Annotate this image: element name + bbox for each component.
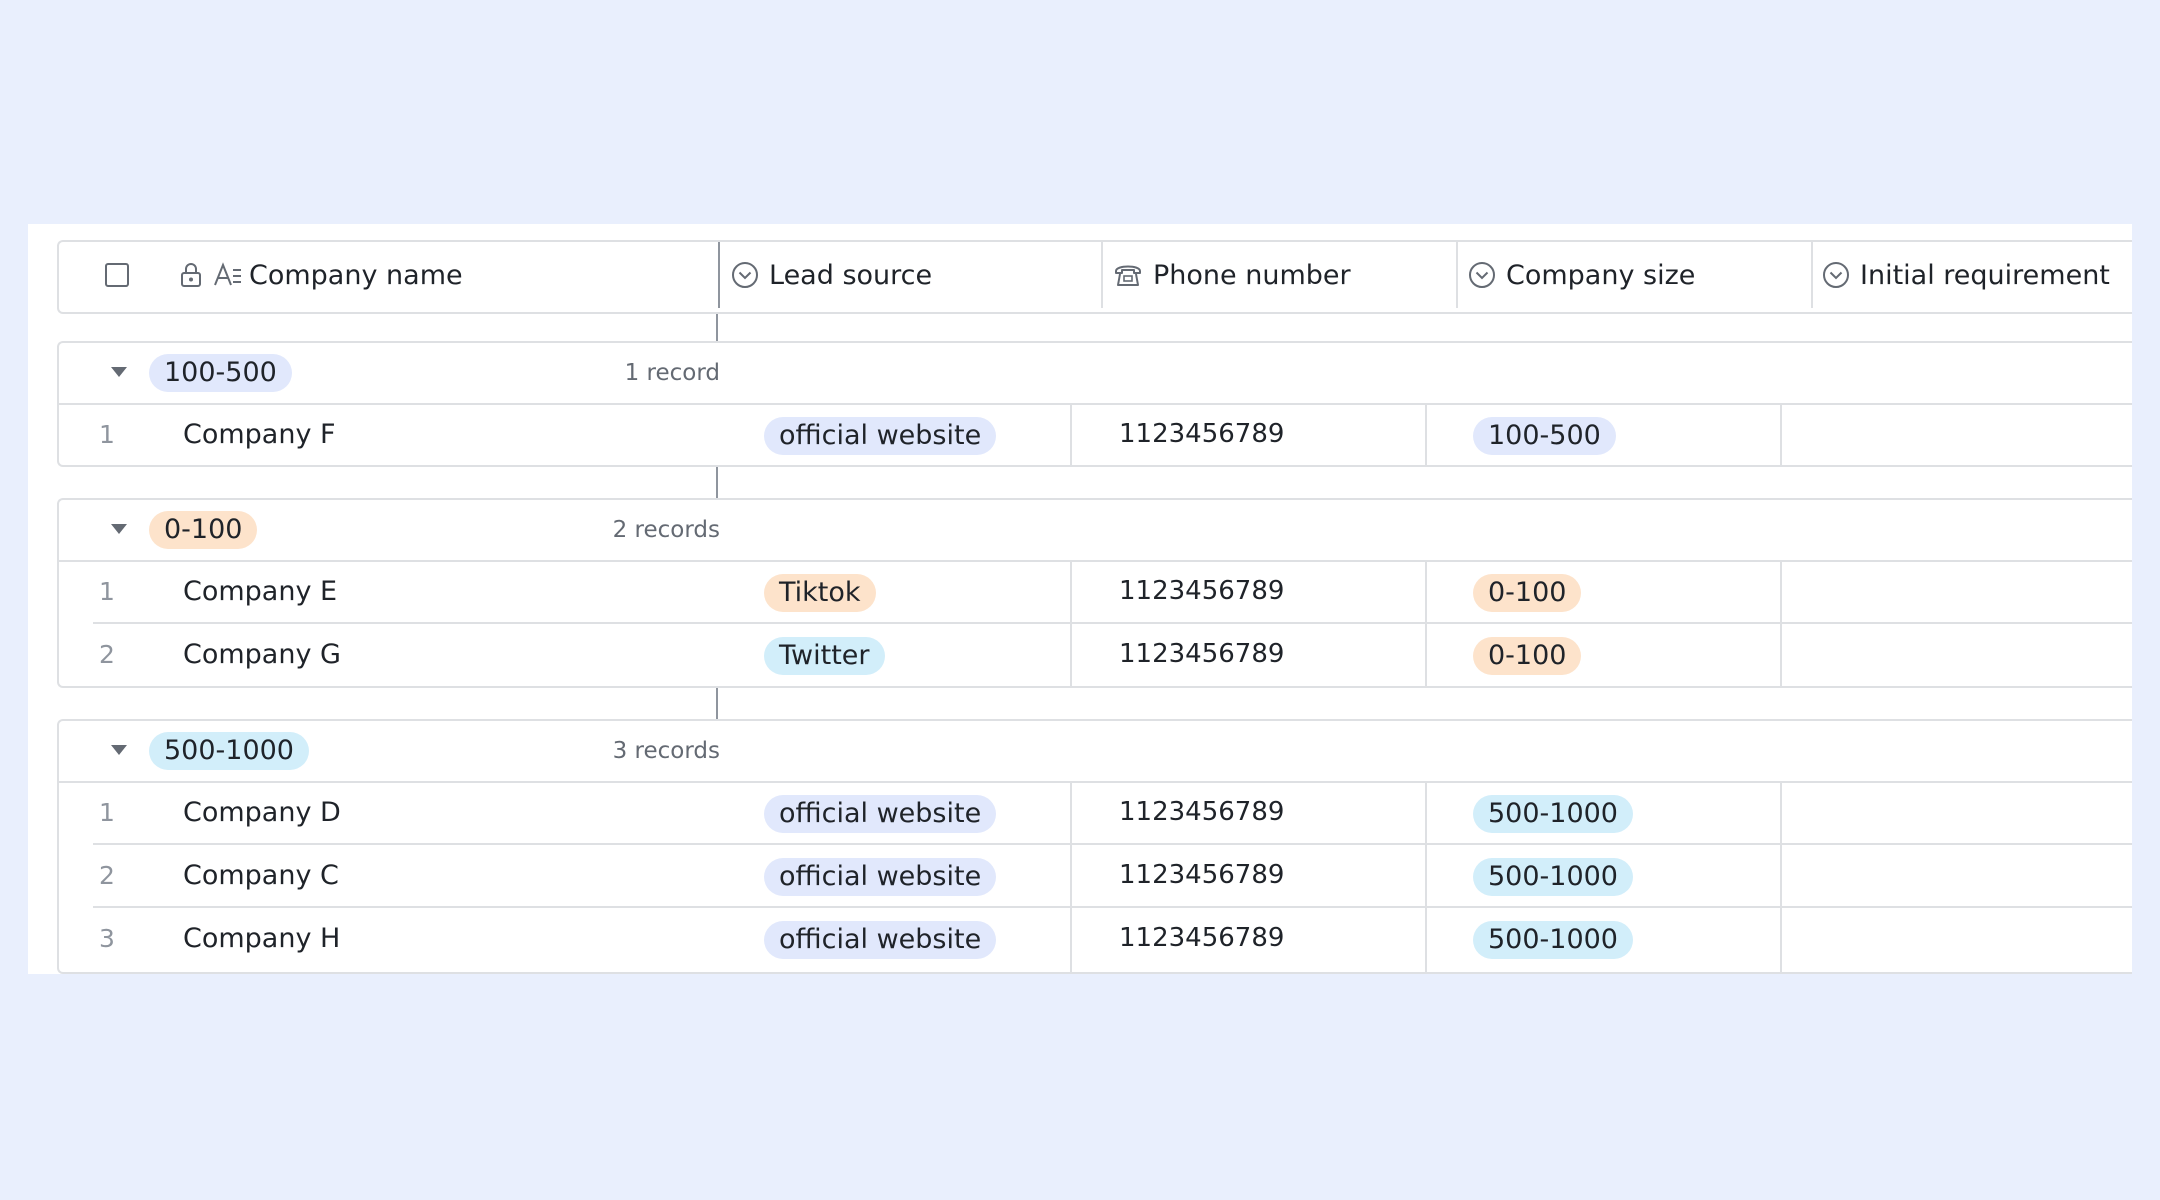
company-name-cell[interactable]: Company C xyxy=(183,845,339,906)
row-index: 3 xyxy=(99,924,115,953)
group-record-count: 1 record xyxy=(624,360,720,386)
group-header[interactable]: 500-1000 3 records xyxy=(59,721,2132,783)
collapse-triangle-icon[interactable] xyxy=(111,524,127,534)
table-row[interactable]: 1 Company F official website 1123456789 … xyxy=(59,404,2132,467)
group-0-100: 0-100 2 records 1 Company E Tiktok 11234… xyxy=(57,498,2132,688)
company-name-cell[interactable]: Company H xyxy=(183,908,340,969)
group-500-1000: 500-1000 3 records 1 Company D official … xyxy=(57,719,2132,974)
group-label-tag: 0-100 xyxy=(149,511,258,549)
company-size-tag[interactable]: 0-100 xyxy=(1473,637,1582,675)
phone-number-cell[interactable]: 1123456789 xyxy=(1119,404,1284,465)
column-header-initial-requirement[interactable]: Initial requirement xyxy=(1822,242,2132,308)
lead-source-tag[interactable]: official website xyxy=(764,795,997,833)
group-header[interactable]: 100-500 1 record xyxy=(59,343,2132,405)
collapse-triangle-icon[interactable] xyxy=(111,745,127,755)
company-name-cell[interactable]: Company G xyxy=(183,624,341,685)
column-header-lead-source[interactable]: Lead source xyxy=(731,242,1071,308)
group-label-tag: 100-500 xyxy=(149,354,292,392)
company-name-cell[interactable]: Company F xyxy=(183,404,336,465)
text-field-icon xyxy=(213,262,243,288)
company-name-cell[interactable]: Company D xyxy=(183,782,341,843)
column-title-company-name: Company name xyxy=(249,259,463,291)
group-100-500: 100-500 1 record 1 Company F official we… xyxy=(57,341,2132,467)
lead-source-tag[interactable]: Tiktok xyxy=(764,574,876,612)
table-row[interactable]: 1 Company E Tiktok 1123456789 0-100 xyxy=(59,561,2132,624)
company-size-tag[interactable]: 500-1000 xyxy=(1473,921,1633,959)
phone-number-cell[interactable]: 1123456789 xyxy=(1119,908,1284,969)
column-title-lead-source: Lead source xyxy=(769,259,933,291)
row-index: 2 xyxy=(99,861,115,890)
phone-number-cell[interactable]: 1123456789 xyxy=(1119,782,1284,843)
row-index: 1 xyxy=(99,798,115,827)
select-all-checkbox[interactable] xyxy=(105,242,129,308)
single-select-icon xyxy=(1468,261,1496,289)
phone-number-cell[interactable]: 1123456789 xyxy=(1119,624,1284,685)
lead-source-tag[interactable]: official website xyxy=(764,417,997,455)
lead-source-tag[interactable]: Twitter xyxy=(764,637,885,675)
group-record-count: 3 records xyxy=(612,738,720,764)
row-index: 2 xyxy=(99,640,115,669)
column-title-initial-requirement: Initial requirement xyxy=(1860,259,2110,291)
column-header-company-size[interactable]: Company size xyxy=(1468,242,1808,308)
company-size-tag[interactable]: 500-1000 xyxy=(1473,795,1633,833)
column-header-phone-number[interactable]: Phone number xyxy=(1113,242,1453,308)
lock-icon xyxy=(179,262,203,288)
phone-icon xyxy=(1113,262,1143,288)
row-index: 1 xyxy=(99,577,115,606)
table-row[interactable]: 1 Company D official website 1123456789 … xyxy=(59,782,2132,845)
single-select-icon xyxy=(1822,261,1850,289)
company-size-tag[interactable]: 0-100 xyxy=(1473,574,1582,612)
lead-source-tag[interactable]: official website xyxy=(764,858,997,896)
group-record-count: 2 records xyxy=(612,517,720,543)
phone-number-cell[interactable]: 1123456789 xyxy=(1119,845,1284,906)
column-title-company-size: Company size xyxy=(1506,259,1696,291)
group-label-tag: 500-1000 xyxy=(149,732,309,770)
phone-number-cell[interactable]: 1123456789 xyxy=(1119,561,1284,622)
single-select-icon xyxy=(731,261,759,289)
group-header[interactable]: 0-100 2 records xyxy=(59,500,2132,562)
row-index: 1 xyxy=(99,420,115,449)
column-title-phone-number: Phone number xyxy=(1153,259,1351,291)
header-row: Company name Lead source Phone number Co… xyxy=(57,240,2132,314)
column-header-company-name[interactable]: Company name xyxy=(179,242,719,308)
table-row[interactable]: 2 Company G Twitter 1123456789 0-100 xyxy=(59,624,2132,687)
grid-view: Company name Lead source Phone number Co… xyxy=(28,224,2132,974)
company-size-tag[interactable]: 500-1000 xyxy=(1473,858,1633,896)
table-row[interactable]: 2 Company C official website 1123456789 … xyxy=(59,845,2132,908)
company-name-cell[interactable]: Company E xyxy=(183,561,337,622)
lead-source-tag[interactable]: official website xyxy=(764,921,997,959)
collapse-triangle-icon[interactable] xyxy=(111,367,127,377)
table-row[interactable]: 3 Company H official website 1123456789 … xyxy=(59,908,2132,971)
company-size-tag[interactable]: 100-500 xyxy=(1473,417,1616,455)
